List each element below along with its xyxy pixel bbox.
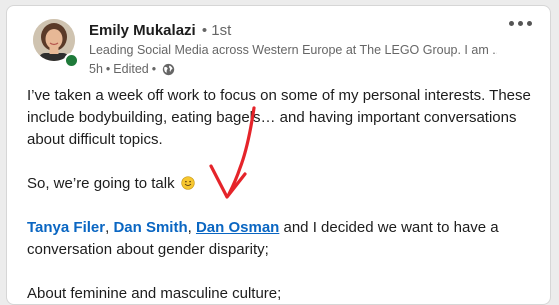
mention-dan-smith[interactable]: Dan Smith (113, 219, 187, 236)
post-body: I’ve taken a week off work to focus on s… (27, 85, 532, 304)
more-options-button[interactable] (505, 17, 536, 30)
mention-tanya-filer[interactable]: Tanya Filer (27, 219, 105, 236)
post-text: So, we’re going to talk (27, 175, 175, 192)
smiling-face-emoji (181, 176, 195, 190)
edited-label: Edited (113, 62, 149, 76)
meta-separator: • (151, 62, 157, 76)
meta-separator: • (105, 62, 111, 76)
post-paragraph: So, we’re going to talk (27, 173, 532, 195)
author-headline[interactable]: Leading Social Media across Western Euro… (89, 43, 497, 57)
mention-dan-osman[interactable]: Dan Osman (196, 219, 279, 236)
more-options-icon (509, 21, 514, 26)
more-options-icon (518, 21, 523, 26)
more-options-icon (527, 21, 532, 26)
author-name[interactable]: Emily Mukalazi (89, 22, 196, 39)
post-time: 5h (89, 62, 103, 76)
author-name-row: Emily Mukalazi • 1st (89, 22, 231, 39)
post-card: Emily Mukalazi • 1st Leading Social Medi… (6, 5, 551, 305)
comma: , (187, 219, 192, 236)
comma: , (105, 219, 110, 236)
post-meta: 5h • Edited • (89, 62, 175, 76)
post-paragraph: Tanya Filer, Dan Smith, Dan Osman and I … (27, 217, 532, 261)
post-paragraph: I’ve taken a week off work to focus on s… (27, 87, 531, 148)
globe-icon (162, 63, 175, 75)
post-paragraph: About feminine and masculine culture; (27, 285, 282, 302)
online-status-indicator (64, 53, 79, 68)
connection-degree: • 1st (201, 22, 232, 39)
